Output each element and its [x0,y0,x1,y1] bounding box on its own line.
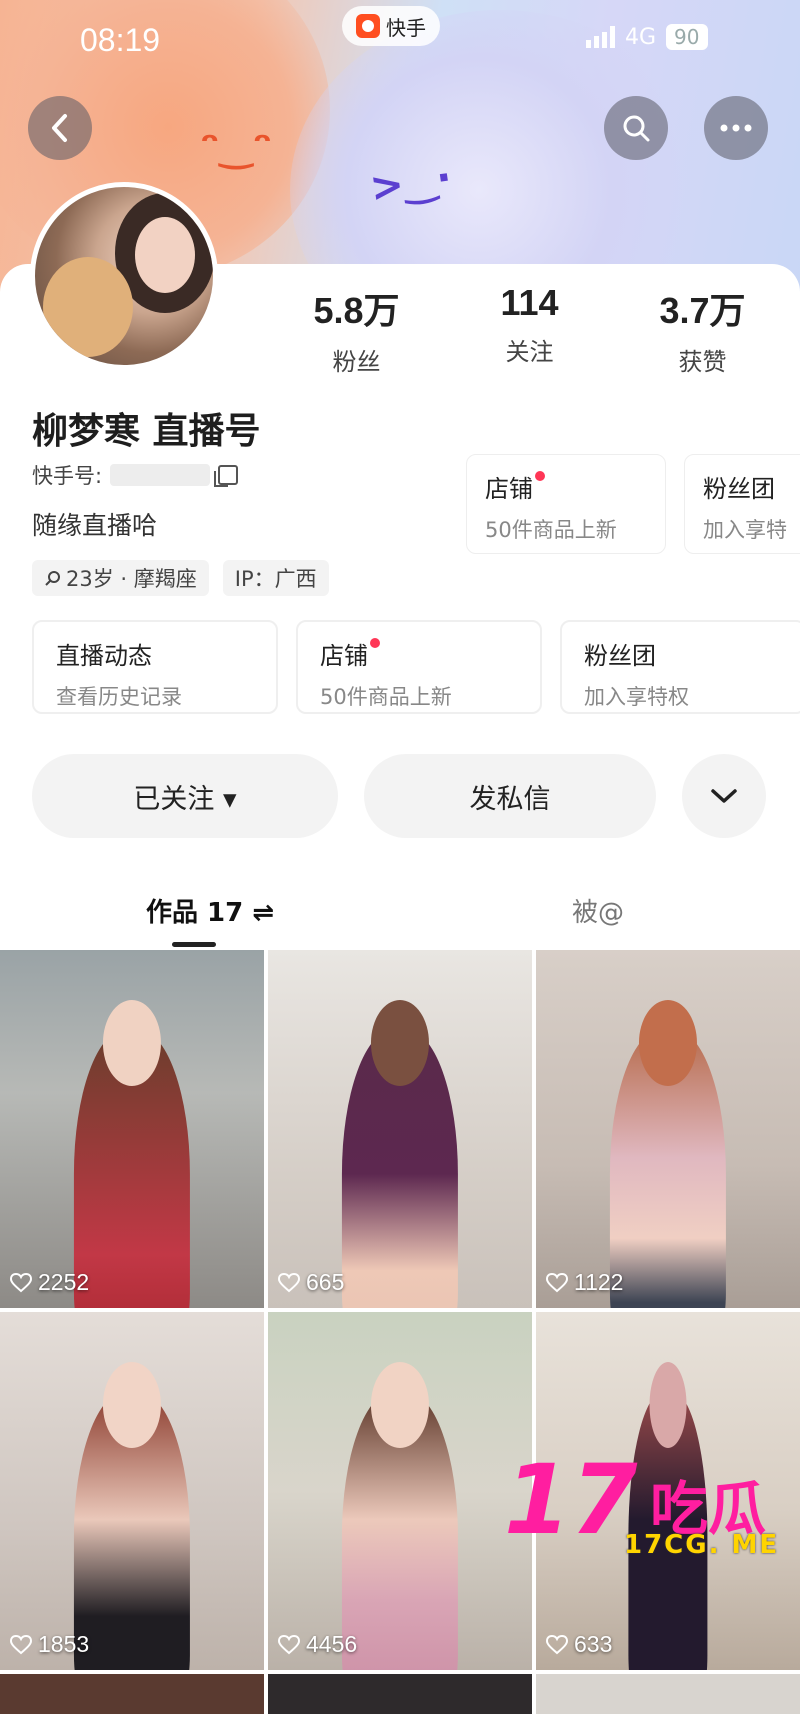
age-zodiac-tag: 23岁 · 摩羯座 [32,560,209,596]
stat-label: 获赞 [678,348,727,376]
card-subtitle: 50件商品上新 [485,518,617,542]
signal-icon [586,26,615,48]
card-title: 粉丝团 [703,475,775,503]
heart-icon [546,1272,568,1292]
stat-value: 5.8万 [313,290,400,331]
chevron-down-icon [711,789,737,803]
likes-count: 633 [574,1631,613,1657]
copy-icon[interactable] [214,465,239,487]
new-dot-badge [370,638,380,648]
stat-value: 3.7万 [659,290,746,331]
post-tile[interactable]: 4456 [268,1312,532,1670]
back-button[interactable] [28,96,92,160]
send-message-button[interactable]: 发私信 [364,754,656,838]
post-likes: 633 [546,1631,612,1658]
post-likes: 1853 [10,1631,89,1658]
post-likes: 1122 [546,1269,623,1296]
network-type: 4G [625,24,657,50]
search-icon [45,571,60,586]
watermark-url: 17CG. ME [624,1530,780,1560]
post-grid: 2252 665 1122 1853 4456 633 [0,950,800,1714]
heart-icon [278,1272,300,1292]
stat-value: 114 [500,282,559,323]
profile-bio: 随缘直播哈 [32,511,158,540]
app-name: 快手 [386,15,426,40]
stat-likes[interactable]: 3.7万 获赞 [616,282,789,377]
expand-button[interactable] [682,754,766,838]
tag-label: IP：广西 [234,567,317,591]
card-title: 粉丝团 [584,642,656,670]
post-likes: 665 [278,1269,344,1296]
active-tab-indicator [172,942,216,947]
heart-icon [278,1634,300,1654]
profile-actions: 已关注 ▾ 发私信 [32,754,766,838]
avatar[interactable] [30,182,218,370]
feature-cards: 直播动态 查看历史记录 店铺 50件商品上新 粉丝团 加入享特权 [32,620,800,714]
heart-icon [546,1634,568,1654]
likes-count: 1122 [574,1269,624,1295]
profile-name: 柳梦寒 直播号 [32,411,261,452]
card-subtitle: 加入享特权 [584,685,689,709]
shop-card-overlay[interactable]: 店铺 50件商品上新 [466,454,666,554]
heart-icon [10,1272,32,1292]
likes-count: 665 [306,1269,345,1295]
post-tile[interactable] [0,1674,264,1714]
stat-label: 关注 [505,338,554,366]
followed-button[interactable]: 已关注 ▾ [32,754,338,838]
fan-club-card[interactable]: 粉丝团 加入享特权 [560,620,800,714]
post-tile[interactable] [536,1674,800,1714]
orange-smile-face: ᵔ‿ᵔ [200,124,273,170]
tag-label: 23岁 · 摩羯座 [66,567,197,591]
post-likes: 4456 [278,1631,357,1658]
kuaishou-id-label: 快手号: [32,464,103,488]
likes-count: 1853 [38,1631,90,1657]
heart-icon [10,1634,32,1654]
more-dots-icon [720,124,752,132]
likes-count: 2252 [38,1269,90,1295]
battery-icon: 90 [666,24,708,50]
live-history-card[interactable]: 直播动态 查看历史记录 [32,620,278,714]
tab-works[interactable]: 作品 17 ⇌ [146,892,274,929]
search-button[interactable] [604,96,668,160]
new-dot-badge [535,471,545,481]
shop-card[interactable]: 店铺 50件商品上新 [296,620,542,714]
card-subtitle: 50件商品上新 [320,685,452,709]
watermark-number: 17 [504,1444,638,1556]
stat-following[interactable]: 114 关注 [443,282,616,377]
profile-tags: 23岁 · 摩羯座 IP：广西 [32,560,329,596]
card-title: 直播动态 [56,642,152,670]
more-button[interactable] [704,96,768,160]
kuaishou-logo-icon [356,14,380,38]
post-likes: 2252 [10,1269,89,1296]
kuaishou-id-redacted [110,464,211,486]
site-watermark: 17 吃瓜 17CG. ME [504,1452,800,1562]
status-time: 08:19 [80,22,161,58]
post-tile[interactable]: 2252 [0,950,264,1308]
tab-mentions[interactable]: 被@ [572,892,624,929]
kuaishou-id-row: 快手号: [32,460,239,490]
ip-location-tag: IP：广西 [222,560,329,596]
chevron-left-icon [52,114,67,142]
likes-count: 4456 [306,1631,358,1657]
content-tabs: 作品 17 ⇌ 被@ [0,880,800,950]
card-subtitle: 查看历史记录 [56,685,182,709]
card-title: 店铺 [485,475,533,503]
card-subtitle: 加入享特 [703,518,787,542]
app-indicator-pill: 快手 [342,6,440,46]
card-title: 店铺 [320,642,368,670]
search-icon [623,115,650,142]
post-tile[interactable]: 665 [268,950,532,1308]
post-tile[interactable] [268,1674,532,1714]
post-tile[interactable]: 1853 [0,1312,264,1670]
post-tile[interactable]: 1122 [536,950,800,1308]
stat-label: 粉丝 [332,348,381,376]
status-indicators: 4G 90 [586,24,708,50]
stat-followers[interactable]: 5.8万 粉丝 [270,282,443,377]
fan-club-card-overlay[interactable]: 粉丝团 加入享特 [684,454,800,554]
profile-stats: 5.8万 粉丝 114 关注 3.7万 获赞 [270,282,790,377]
